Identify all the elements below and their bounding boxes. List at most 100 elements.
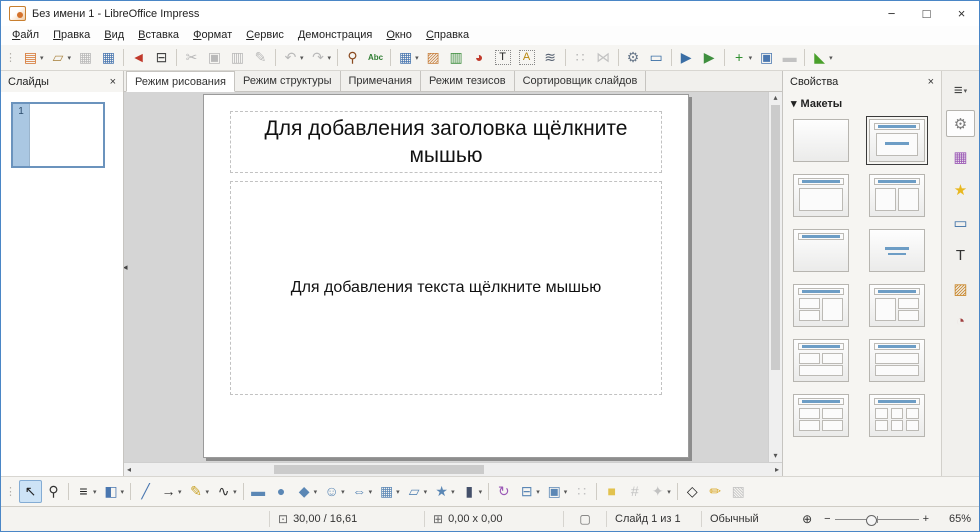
- find-replace-button[interactable]: ⚲: [341, 46, 364, 69]
- image-filter-dropdown-arrow[interactable]: ▾: [667, 488, 671, 496]
- undo-dropdown-arrow[interactable]: ▾: [300, 54, 304, 62]
- menu-tools[interactable]: Сервис: [239, 27, 291, 44]
- horizontal-scroll-thumb[interactable]: [274, 465, 484, 474]
- menu-format[interactable]: Формат: [186, 27, 239, 44]
- slide-properties-button[interactable]: ⚙: [622, 46, 645, 69]
- rotate-button[interactable]: ↻: [492, 480, 515, 503]
- connector-dropdown-arrow[interactable]: ▾: [233, 488, 237, 496]
- navigator-tab[interactable]: ◔: [946, 308, 975, 335]
- insert-media-button[interactable]: ▥: [445, 46, 468, 69]
- menu-view[interactable]: Вид: [97, 27, 131, 44]
- align-objects-dropdown-arrow[interactable]: ▾: [536, 488, 540, 496]
- line-style-dropdown-arrow[interactable]: ▾: [93, 488, 97, 496]
- zoom-tool-button[interactable]: ⚲: [42, 480, 65, 503]
- ellipse-button[interactable]: ●: [270, 480, 293, 503]
- lines-and-arrows-dropdown-arrow[interactable]: ▾: [178, 488, 182, 496]
- properties-tab[interactable]: ⚙: [946, 110, 975, 137]
- toolbar-grip[interactable]: ⋮: [5, 51, 16, 64]
- scroll-down-icon[interactable]: ▾: [773, 450, 777, 462]
- save-as-button[interactable]: ▦: [97, 46, 120, 69]
- vertical-scroll-thumb[interactable]: [771, 105, 780, 370]
- toolbar-grip[interactable]: ⋮: [5, 485, 16, 498]
- horizontal-scrollbar[interactable]: ◂ ▸: [124, 462, 782, 476]
- select-button[interactable]: ↖: [19, 480, 42, 503]
- gallery-tab[interactable]: ▨: [946, 275, 975, 302]
- arrange-dropdown-arrow[interactable]: ▾: [564, 488, 568, 496]
- lines-and-arrows-button[interactable]: →▾: [157, 480, 185, 503]
- title-placeholder[interactable]: Для добавления заголовка щёлкните мышью: [230, 111, 662, 173]
- arrange-button[interactable]: ▣▾: [543, 480, 571, 503]
- menu-file[interactable]: Файл: [5, 27, 46, 44]
- restore-button[interactable]: □: [909, 1, 944, 26]
- slide-thumbnail[interactable]: 1: [11, 102, 105, 168]
- layout-four-content[interactable]: [793, 394, 849, 437]
- stars-and-banners-button[interactable]: ★▾: [430, 480, 458, 503]
- basic-shapes-button[interactable]: ◆▾: [293, 480, 321, 503]
- insert-fontwork-button[interactable]: A: [515, 46, 539, 69]
- sidebar-settings[interactable]: ≡▾: [946, 77, 975, 104]
- tab-sorter[interactable]: Сортировщик слайдов: [515, 71, 647, 91]
- 3d-objects-dropdown-arrow[interactable]: ▾: [479, 488, 483, 496]
- connector-button[interactable]: ∿▾: [212, 480, 240, 503]
- zoom-in-icon[interactable]: +: [923, 513, 929, 525]
- open-button[interactable]: ▱▾: [47, 46, 75, 69]
- insert-table-dropdown-arrow[interactable]: ▾: [415, 54, 419, 62]
- tab-drawing[interactable]: Режим рисования: [126, 71, 235, 92]
- spelling-button[interactable]: Abc: [364, 46, 387, 69]
- area-style-button[interactable]: ◧▾: [100, 480, 128, 503]
- export-pdf-button[interactable]: ◄: [127, 46, 150, 69]
- layout-title-content-single[interactable]: [793, 174, 849, 217]
- shadow-button[interactable]: ■: [600, 480, 623, 503]
- symbol-shapes-dropdown-arrow[interactable]: ▾: [341, 488, 345, 496]
- curve-button[interactable]: ✎▾: [185, 480, 213, 503]
- animation-tab[interactable]: ★: [946, 176, 975, 203]
- fit-slide-icon[interactable]: ⊕: [802, 512, 812, 526]
- open-dropdown-arrow[interactable]: ▾: [68, 54, 72, 62]
- edit-points-button[interactable]: ◇: [681, 480, 704, 503]
- insert-special-character-button[interactable]: ≋: [539, 46, 562, 69]
- menu-window[interactable]: Окно: [379, 27, 419, 44]
- insert-chart-button[interactable]: ◕: [468, 46, 491, 69]
- slide-canvas[interactable]: ◂ Для добавления заголовка щёлкните мышь…: [124, 92, 768, 462]
- scroll-left-icon[interactable]: ◂: [124, 464, 134, 476]
- callouts-dropdown-arrow[interactable]: ▾: [424, 488, 428, 496]
- line-style-button[interactable]: ≡▾: [72, 480, 100, 503]
- slides-panel-close-icon[interactable]: ×: [110, 76, 116, 88]
- new-slide-dropdown-arrow[interactable]: ▾: [749, 54, 753, 62]
- insert-glue-point-button[interactable]: ✏: [704, 480, 727, 503]
- symbol-shapes-button[interactable]: ☺▾: [320, 480, 348, 503]
- scroll-right-icon[interactable]: ▸: [772, 464, 782, 476]
- redo-dropdown-arrow[interactable]: ▾: [328, 54, 332, 62]
- align-objects-button[interactable]: ⊟▾: [515, 480, 543, 503]
- panel-collapse-arrow[interactable]: ◂: [124, 262, 128, 273]
- insert-line-button[interactable]: ╱: [134, 480, 157, 503]
- zoom-out-icon[interactable]: −: [824, 513, 830, 525]
- 3d-objects-button[interactable]: ▮▾: [458, 480, 486, 503]
- scroll-up-icon[interactable]: ▴: [773, 92, 777, 104]
- close-button[interactable]: ×: [944, 1, 979, 26]
- layout-centered-text[interactable]: [869, 229, 925, 272]
- layout-two-over-one[interactable]: [793, 339, 849, 382]
- display-views-button[interactable]: ▭: [645, 46, 668, 69]
- layout-blank[interactable]: [793, 119, 849, 162]
- layout-two-rows[interactable]: [869, 339, 925, 382]
- outline-placeholder[interactable]: Для добавления текста щёлкните мышью: [230, 181, 662, 395]
- properties-panel-close-icon[interactable]: ×: [928, 76, 934, 88]
- minimize-button[interactable]: −: [874, 1, 909, 26]
- start-from-first-slide-button[interactable]: ▶: [675, 46, 698, 69]
- tab-notes[interactable]: Примечания: [341, 71, 422, 91]
- section-collapse-icon[interactable]: ▾: [791, 97, 797, 110]
- layout-two-left-one-right[interactable]: [793, 284, 849, 327]
- fit-slide-segment[interactable]: ⊕: [798, 507, 816, 531]
- flowchart-button[interactable]: ▦▾: [375, 480, 403, 503]
- view-name-segment[interactable]: Обычный: [702, 507, 798, 531]
- new-presentation-dropdown-arrow[interactable]: ▾: [40, 54, 44, 62]
- start-from-current-slide-button[interactable]: ▶: [698, 46, 721, 69]
- insert-table-button[interactable]: ▦▾: [394, 46, 422, 69]
- zoom-slider-track[interactable]: [835, 514, 919, 525]
- print-button[interactable]: ⊟: [150, 46, 173, 69]
- area-style-dropdown-arrow[interactable]: ▾: [121, 488, 125, 496]
- block-arrows-button[interactable]: ⇔▾: [348, 480, 376, 503]
- slide-transition-tab[interactable]: ▦: [946, 143, 975, 170]
- block-arrows-dropdown-arrow[interactable]: ▾: [369, 488, 373, 496]
